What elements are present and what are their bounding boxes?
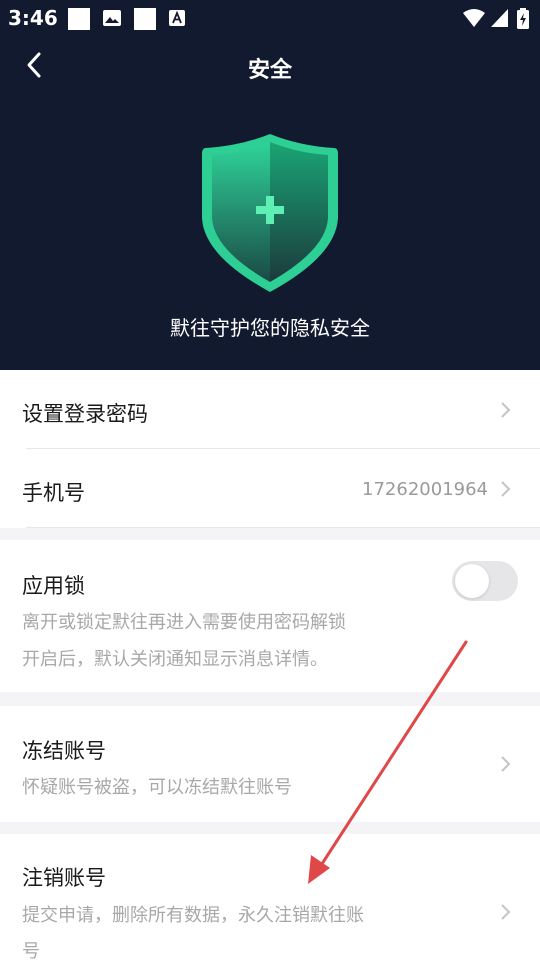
toggle-knob (455, 564, 489, 598)
status-bar: 3:46 (0, 0, 540, 36)
status-time: 3:46 (8, 6, 58, 30)
freeze-account-label: 冻结账号 (22, 739, 106, 763)
cancel-account-desc-line2: 号 (22, 941, 40, 962)
phone-number: 17262001964 (362, 479, 488, 500)
chevron-right-icon (501, 402, 511, 418)
app-lock-desc-line1: 离开或锁定默往再进入需要使用密码解锁 (22, 612, 346, 633)
section-separator (0, 528, 540, 540)
chevron-right-icon (501, 481, 511, 497)
font-icon (169, 10, 185, 26)
cancel-account-label: 注销账号 (22, 866, 106, 890)
signal-icon (491, 9, 508, 27)
chevron-right-icon (501, 904, 511, 920)
chevron-right-icon (501, 756, 511, 772)
notification-icon (134, 8, 156, 30)
wifi-icon (463, 9, 485, 27)
app-lock-row: 应用锁 离开或锁定默往再进入需要使用密码解锁 开启后，默认关闭通知显示消息详情。 (0, 540, 540, 692)
login-password-row[interactable]: 设置登录密码 (0, 370, 540, 450)
freeze-account-row[interactable]: 冻结账号 怀疑账号被盗，可以冻结默往账号 (0, 706, 540, 822)
battery-icon (517, 8, 529, 29)
notification-icon (68, 8, 90, 30)
app-lock-label: 应用锁 (22, 574, 85, 598)
security-slogan: 默往守护您的隐私安全 (170, 316, 370, 340)
section-separator (0, 692, 540, 706)
cancel-account-row[interactable]: 注销账号 提交申请，删除所有数据，永久注销默往账 号 (0, 834, 540, 962)
app-lock-desc-line2: 开启后，默认关闭通知显示消息详情。 (22, 649, 328, 670)
cancel-account-desc-line1: 提交申请，删除所有数据，永久注销默往账 (22, 905, 364, 926)
section-separator (0, 822, 540, 834)
security-header: 3:46 安全 默往守护您的隐私安全 (0, 0, 540, 370)
app-lock-toggle[interactable] (452, 561, 518, 601)
phone-label: 手机号 (22, 481, 85, 505)
gallery-icon (103, 10, 121, 26)
shield-icon (202, 134, 338, 292)
freeze-account-desc: 怀疑账号被盗，可以冻结默往账号 (22, 777, 292, 798)
login-password-label: 设置登录密码 (22, 402, 148, 426)
page-title: 安全 (247, 58, 292, 83)
